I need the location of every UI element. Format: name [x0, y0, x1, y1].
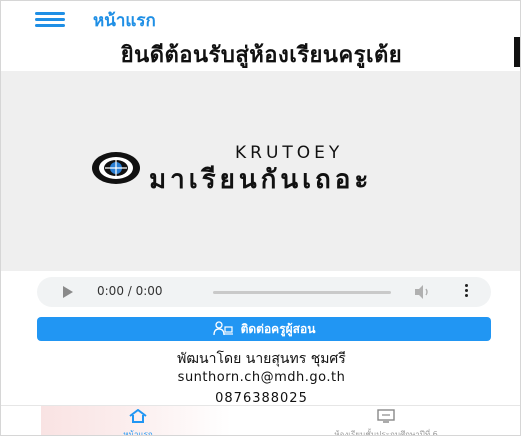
contact-phone: 0876388025: [215, 391, 308, 406]
play-icon[interactable]: [63, 286, 73, 298]
app-frame: หน้าแรก ยินดีต้อนรับสู่ห้องเรียนครูเต้ย …: [0, 0, 521, 436]
bottom-navigation: หน้าแรก ห้องเรียนชั้นประถมศึกษาปีที่ 6: [1, 405, 520, 436]
contact-email: sunthorn.ch@mdh.go.th: [177, 370, 346, 385]
page-title: หน้าแรก: [93, 11, 156, 31]
developer-credit: พัฒนาโดย นายสุนทร ชุมศรี: [177, 351, 346, 367]
audio-player: 0:00 / 0:00: [37, 277, 491, 307]
target-icon: [92, 152, 140, 184]
contact-teacher-label: ติดต่อครูผู้สอน: [240, 321, 316, 336]
nav-item-home[interactable]: หน้าแรก: [101, 408, 175, 436]
more-vertical-icon[interactable]: [463, 284, 469, 300]
audio-time: 0:00 / 0:00: [97, 284, 163, 298]
top-app-bar: หน้าแรก: [1, 1, 520, 39]
audio-progress-track[interactable]: [213, 291, 391, 294]
volume-icon[interactable]: [413, 283, 433, 301]
contact-teacher-button[interactable]: ติดต่อครูผู้สอน: [37, 317, 491, 341]
monitor-icon: [377, 409, 395, 423]
welcome-heading: ยินดีต้อนรับสู่ห้องเรียนครูเต้ย: [120, 43, 403, 68]
nav-classroom-label: ห้องเรียนชั้นประถมศึกษาปีที่ 6: [334, 430, 438, 436]
hamburger-menu-icon[interactable]: [35, 12, 65, 28]
hero-banner: KRUTOEY มาเรียนกันเถอะ: [1, 71, 520, 271]
person-computer-icon: [212, 321, 233, 336]
logo-tagline: มาเรียนกันเถอะ: [149, 165, 373, 195]
nav-home-label: หน้าแรก: [123, 430, 153, 436]
nav-item-classroom[interactable]: ห้องเรียนชั้นประถมศึกษาปีที่ 6: [301, 408, 471, 436]
home-icon: [129, 408, 147, 423]
